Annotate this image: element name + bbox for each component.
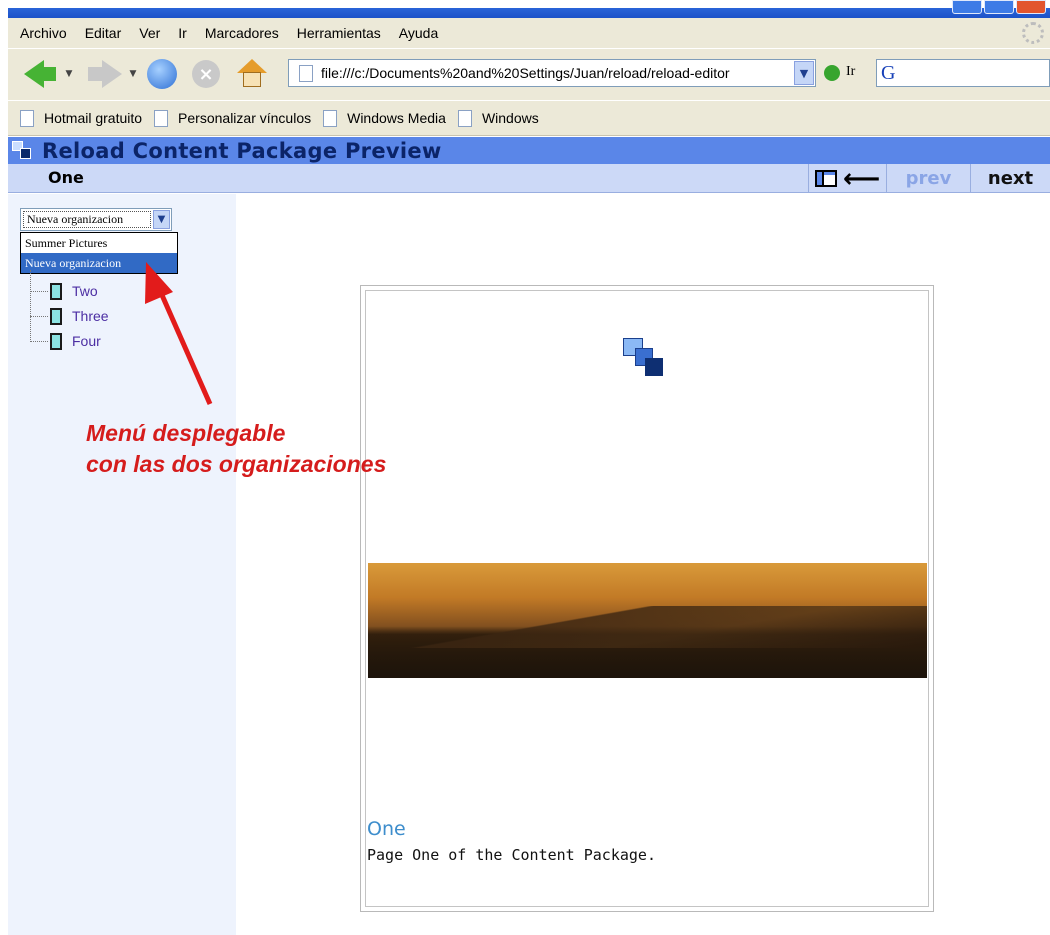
close-button[interactable] <box>1016 0 1046 14</box>
home-button[interactable] <box>234 57 270 91</box>
content-heading: One <box>367 818 406 840</box>
bookmarks-toolbar: Hotmail gratuito Personalizar vínculos W… <box>8 100 1050 136</box>
forward-dropdown-icon[interactable]: ▼ <box>130 69 137 79</box>
tree-branch-line <box>30 290 48 292</box>
search-box[interactable]: G <box>876 59 1050 87</box>
bookmark-page-icon <box>323 109 338 127</box>
document-icon <box>50 332 62 350</box>
document-icon <box>50 307 62 325</box>
tree-item-four[interactable]: Four <box>30 330 101 352</box>
bookmark-personalizar[interactable]: Personalizar vínculos <box>154 109 312 127</box>
navigation-toolbar: ▼ ▼ × file:///c:/Documents%20and%20Setti… <box>8 48 1050 100</box>
document-icon <box>50 282 62 300</box>
home-icon <box>237 59 267 89</box>
back-dropdown-icon[interactable]: ▼ <box>66 69 73 79</box>
content-frame: One Page One of the Content Package. <box>360 285 934 912</box>
left-arrow-icon: ⟵ <box>842 163 881 194</box>
menu-herramientas[interactable]: Herramientas <box>297 25 381 41</box>
annotation-line-1: Menú desplegable <box>86 420 286 446</box>
bookmark-label: Windows Media <box>347 110 446 126</box>
throbber-icon <box>1022 22 1044 44</box>
tree-branch-line <box>30 315 48 317</box>
back-button[interactable]: ▼ <box>18 57 78 91</box>
window-titlebar <box>0 0 1050 18</box>
address-text[interactable]: file:///c:/Documents%20and%20Settings/Ju… <box>321 65 794 81</box>
menu-ir[interactable]: Ir <box>178 25 187 41</box>
window-controls <box>952 0 1046 14</box>
address-dropdown-icon[interactable]: ▼ <box>794 61 814 85</box>
stop-button[interactable]: × <box>188 57 224 91</box>
toggle-toc-button[interactable]: ⟵ <box>808 164 886 193</box>
annotation-line-2: con las dos organizaciones <box>86 451 387 477</box>
bookmark-windows[interactable]: Windows <box>457 109 539 127</box>
bookmark-page-icon <box>20 109 34 127</box>
go-icon[interactable] <box>824 65 840 81</box>
bookmark-label: Hotmail gratuito <box>44 110 143 126</box>
reload-button[interactable] <box>144 57 180 91</box>
chevron-down-icon[interactable]: ▼ <box>153 210 170 229</box>
tree-item-two[interactable]: Two <box>30 280 98 302</box>
tree-item-label[interactable]: Three <box>72 308 109 324</box>
bookmark-page-icon <box>154 109 169 127</box>
menu-bar: Archivo Editar Ver Ir Marcadores Herrami… <box>8 18 1050 48</box>
reload-icon <box>147 59 177 89</box>
reload-logo-icon <box>623 338 667 382</box>
tree-item-label[interactable]: Four <box>72 333 101 349</box>
titlebar-strip <box>8 8 1050 18</box>
menu-marcadores[interactable]: Marcadores <box>205 25 279 41</box>
bookmark-label: Windows <box>481 110 539 126</box>
tree-item-label[interactable]: Two <box>72 283 98 299</box>
menu-editar[interactable]: Editar <box>85 25 122 41</box>
preview-title: Reload Content Package Preview <box>42 138 442 163</box>
tree-item-three[interactable]: Three <box>30 305 109 327</box>
organization-option-summer-pictures[interactable]: Summer Pictures <box>21 233 177 253</box>
menu-archivo[interactable]: Archivo <box>20 25 67 41</box>
google-search-icon[interactable]: G <box>881 62 895 85</box>
reload-logo-icon <box>12 140 34 161</box>
bookmark-windows-media[interactable]: Windows Media <box>323 109 446 127</box>
minimize-button[interactable] <box>952 0 982 14</box>
frame-layout-icon <box>814 170 837 187</box>
organization-option-nueva-organizacion[interactable]: Nueva organizacion <box>21 253 177 273</box>
current-page-title: One <box>48 168 84 187</box>
window-left-edge <box>0 18 8 935</box>
prev-button[interactable]: prev <box>886 164 970 193</box>
menu-ver[interactable]: Ver <box>139 25 160 41</box>
address-bar[interactable]: file:///c:/Documents%20and%20Settings/Ju… <box>288 59 816 87</box>
go-button[interactable]: Ir <box>846 64 855 80</box>
organization-select-value[interactable]: Nueva organizacion <box>23 211 151 228</box>
tree-branch-line <box>30 340 48 342</box>
page-navigation-bar: One ⟵ prev next <box>8 164 1050 193</box>
annotation-callout: Menú desplegable con las dos organizacio… <box>86 418 386 480</box>
forward-arrow-icon <box>87 60 122 88</box>
bookmark-label: Personalizar vínculos <box>178 110 312 126</box>
back-arrow-icon <box>23 60 56 88</box>
organization-dropdown-list: Summer Pictures Nueva organizacion <box>20 232 178 274</box>
toc-panel: Nueva organizacion ▼ Summer Pictures Nue… <box>8 194 236 935</box>
content-text: Page One of the Content Package. <box>367 846 656 864</box>
photo-hill <box>368 606 927 648</box>
menu-ayuda[interactable]: Ayuda <box>399 25 438 41</box>
bookmark-hotmail[interactable]: Hotmail gratuito <box>20 109 143 127</box>
preview-header: Reload Content Package Preview <box>8 137 1050 164</box>
next-button[interactable]: next <box>970 164 1050 193</box>
forward-button[interactable]: ▼ <box>82 57 142 91</box>
bookmark-page-icon <box>457 109 472 127</box>
stop-icon: × <box>192 60 220 88</box>
maximize-button[interactable] <box>984 0 1014 14</box>
page-icon <box>299 64 313 82</box>
organization-select[interactable]: Nueva organizacion ▼ <box>20 208 172 231</box>
sunset-photo <box>368 563 927 678</box>
